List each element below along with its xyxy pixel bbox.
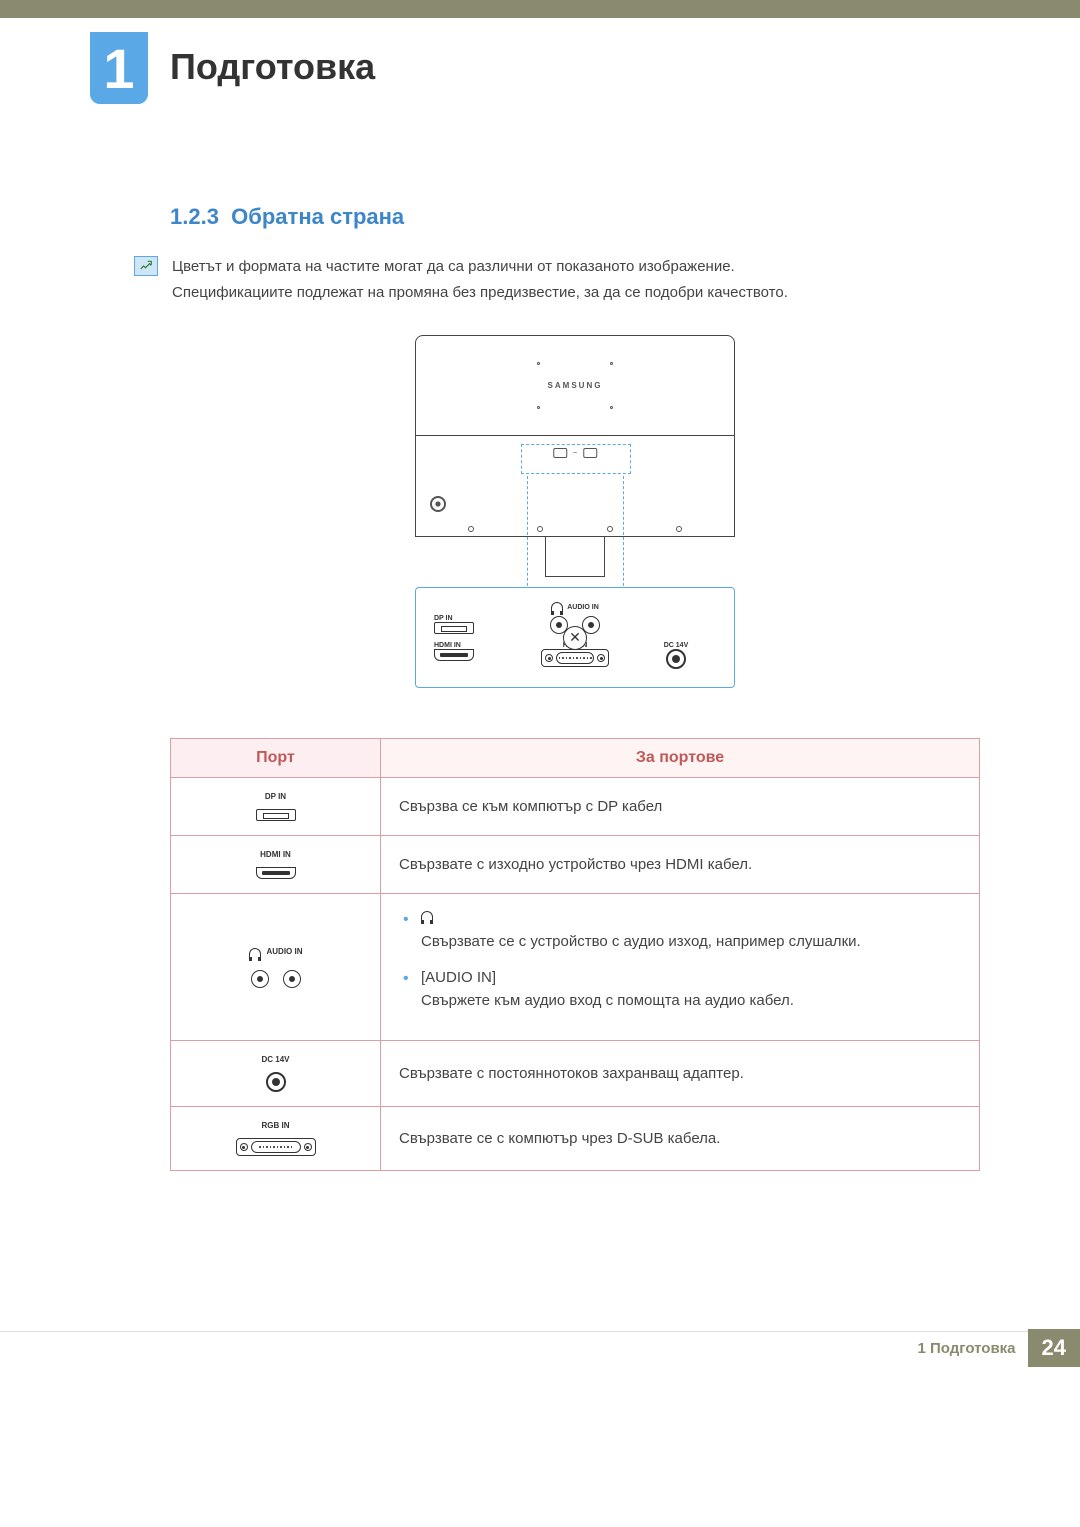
cell-rgb-label: RGB IN bbox=[262, 1121, 290, 1130]
section-number: 1.2.3 bbox=[170, 204, 219, 229]
dc-jack-icon bbox=[666, 649, 686, 669]
page-content: 1.2.3 Обратна страна Цветът и формата на… bbox=[0, 204, 1080, 1171]
dp-port-icon bbox=[256, 809, 296, 821]
audio-jacks-icon bbox=[251, 970, 301, 988]
audio-bullet-1: Свързвате се с устройство с аудио изход,… bbox=[399, 908, 961, 953]
top-stripe bbox=[0, 0, 1080, 18]
cell-dp-label: DP IN bbox=[265, 792, 286, 801]
cell-hdmi-label: HDMI IN bbox=[260, 850, 291, 859]
chapter-header: 1 Подготовка bbox=[0, 32, 1080, 104]
monitor-outline: SAMSUNG ⎯ bbox=[415, 335, 735, 537]
col-desc: За портове bbox=[381, 739, 980, 778]
note-icon bbox=[134, 256, 158, 276]
chapter-title: Подготовка bbox=[170, 46, 375, 88]
monitor-stand bbox=[545, 537, 605, 577]
dp-port-icon bbox=[434, 622, 474, 634]
table-row: HDMI IN Свързвате с изходно устройство ч… bbox=[171, 836, 980, 894]
mount-screw-icon bbox=[430, 496, 446, 512]
mini-ports: ⎯ bbox=[553, 448, 597, 458]
dc-label: DC 14V bbox=[636, 642, 716, 649]
cell-hdmi-desc: Свързвате с изходно устройство чрез HDMI… bbox=[381, 836, 980, 894]
hdmi-port-icon bbox=[434, 649, 474, 661]
page-footer: 1 Подготовка 24 bbox=[0, 1331, 1080, 1367]
chapter-number-badge: 1 bbox=[90, 32, 148, 104]
dp-label: DP IN bbox=[434, 615, 514, 622]
table-row: DC 14V Свързвате с постояннотоков захран… bbox=[171, 1041, 980, 1107]
note-line-2: Спецификациите подлежат на промяна без п… bbox=[172, 280, 788, 306]
rgb-port-icon bbox=[541, 649, 609, 667]
headphone-icon bbox=[249, 948, 261, 958]
table-row: AUDIO IN Свързвате се с устройство с ауд… bbox=[171, 894, 980, 1041]
headphone-icon bbox=[551, 602, 563, 612]
audio-item1-text: Свързвате се с устройство с аудио изход,… bbox=[421, 933, 861, 950]
cell-dc-desc: Свързвате с постояннотоков захранващ ада… bbox=[381, 1041, 980, 1107]
brand-label: SAMSUNG bbox=[548, 381, 603, 390]
cell-audio-label: AUDIO IN bbox=[267, 947, 303, 956]
col-port: Порт bbox=[171, 739, 381, 778]
hdmi-label: HDMI IN bbox=[434, 642, 514, 649]
audio-item2-text: Свържете към аудио вход с помощта на ауд… bbox=[421, 992, 794, 1009]
hdmi-port-icon bbox=[256, 867, 296, 879]
cell-dc-label: DC 14V bbox=[261, 1055, 289, 1064]
port-panel-zoom: ✕ DP IN AUDIO IN HDMI IN bbox=[415, 587, 735, 688]
note-line-1: Цветът и формата на частите могат да са … bbox=[172, 254, 788, 280]
cell-rgb-desc: Свързвате се с компютър чрез D-SUB кабел… bbox=[381, 1107, 980, 1171]
ports-table: Порт За портове DP IN Свързва се към ком… bbox=[170, 738, 980, 1171]
note-text: Цветът и формата на частите могат да са … bbox=[172, 254, 788, 305]
section-heading: 1.2.3 Обратна страна bbox=[170, 204, 980, 230]
monitor-body: ⎯ bbox=[416, 436, 734, 536]
table-row: RGB IN Свързвате се с компютър чрез D-SU… bbox=[171, 1107, 980, 1171]
audio-label: AUDIO IN bbox=[567, 604, 599, 611]
audio-bullet-2: [AUDIO IN] Свържете към аудио вход с пом… bbox=[399, 967, 961, 1012]
section-title: Обратна страна bbox=[231, 204, 404, 229]
close-icon: ✕ bbox=[563, 626, 587, 650]
cell-dp-desc: Свързва се към компютър с DP кабел bbox=[381, 778, 980, 836]
note-block: Цветът и формата на частите могат да са … bbox=[134, 254, 980, 305]
audio-item2-label: [AUDIO IN] bbox=[421, 969, 496, 986]
rgb-port-icon bbox=[236, 1138, 316, 1156]
dc-jack-icon bbox=[266, 1072, 286, 1092]
monitor-top: SAMSUNG bbox=[416, 336, 734, 436]
headphone-icon bbox=[421, 911, 433, 921]
footer-chapter: 1 Подготовка bbox=[918, 1340, 1028, 1357]
rear-diagram: SAMSUNG ⎯ ✕ DP IN bbox=[415, 335, 735, 688]
table-row: DP IN Свързва се към компютър с DP кабел bbox=[171, 778, 980, 836]
page-number: 24 bbox=[1028, 1329, 1080, 1367]
